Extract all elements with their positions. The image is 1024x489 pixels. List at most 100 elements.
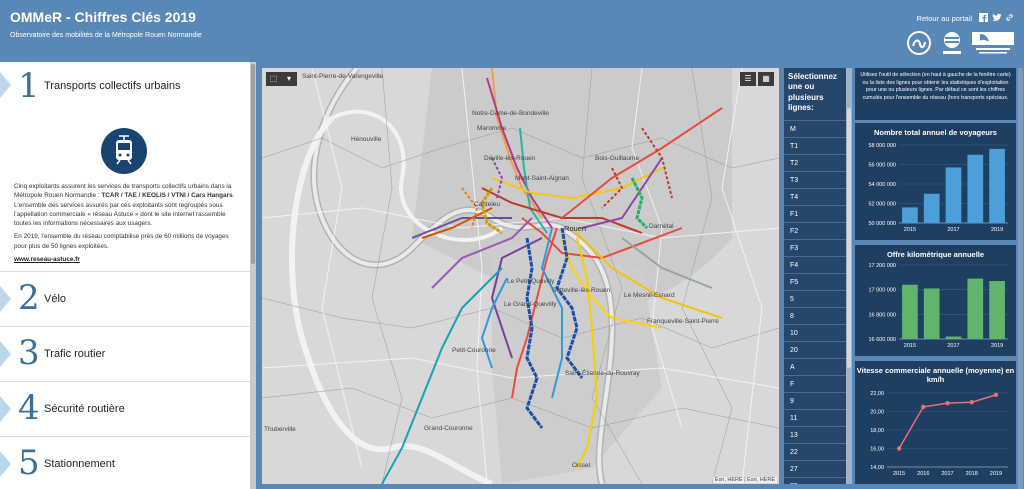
line-item[interactable]: F5 bbox=[784, 272, 846, 290]
facebook-icon[interactable] bbox=[979, 13, 988, 22]
line-item[interactable]: 11 bbox=[784, 408, 846, 426]
map-label: Hénouville bbox=[351, 136, 382, 143]
section-label: Trafic routier bbox=[44, 348, 106, 360]
section-label: Vélo bbox=[44, 293, 67, 305]
line-item[interactable]: 8 bbox=[784, 306, 846, 324]
lines-selector: Sélectionnez une ou plusieurs lignes: MT… bbox=[784, 68, 846, 484]
chevron-right-icon bbox=[0, 341, 11, 367]
reseau-astuce-link[interactable]: www.reseau-astuce.fr bbox=[14, 256, 80, 263]
y-tick-label: 14,00 bbox=[870, 465, 884, 471]
y-tick-label: 50 000 000 bbox=[868, 221, 896, 227]
bar[interactable] bbox=[989, 149, 1005, 224]
section-number: 5 bbox=[18, 443, 40, 483]
chart-vitesse: Vitesse commerciale annuelle (moyenne) e… bbox=[855, 361, 1016, 484]
line-item[interactable]: 10 bbox=[784, 323, 846, 341]
bar[interactable] bbox=[967, 155, 984, 224]
map-label: Thuberville bbox=[264, 426, 296, 433]
line-item[interactable]: T2 bbox=[784, 153, 846, 171]
lines-scrollbar[interactable] bbox=[846, 68, 852, 484]
map-label: Sotteville-lès-Rouen bbox=[552, 287, 611, 294]
x-tick-label: 2017 bbox=[947, 343, 959, 349]
data-point[interactable] bbox=[969, 399, 974, 405]
line-item[interactable]: 29 bbox=[784, 476, 846, 484]
map-label: Canteleu bbox=[474, 201, 500, 208]
chevron-right-icon bbox=[0, 72, 11, 98]
section-number: 3 bbox=[18, 333, 40, 373]
line-item[interactable]: 13 bbox=[784, 425, 846, 443]
map-label: Petit-Couronne bbox=[452, 347, 496, 354]
data-point[interactable] bbox=[921, 404, 926, 409]
line-item[interactable]: 9 bbox=[784, 391, 846, 409]
select-tool-icon[interactable]: ⬚ bbox=[266, 72, 281, 86]
x-tick-label: 2015 bbox=[893, 471, 905, 477]
map-label: Le Mesnil-Esnard bbox=[624, 292, 675, 299]
map-label: Bois-Guillaume bbox=[595, 155, 639, 162]
line-item[interactable]: 27 bbox=[784, 459, 846, 477]
header: OMMeR - Chiffres Clés 2019 Observatoire … bbox=[0, 0, 1024, 62]
line-item[interactable]: 20 bbox=[784, 340, 846, 358]
line-item[interactable]: M bbox=[784, 119, 846, 137]
line-item[interactable]: 5 bbox=[784, 289, 846, 307]
line-item[interactable]: T1 bbox=[784, 136, 846, 154]
map-canvas[interactable]: Saint-Pierre-de-Varengeville Hénouville … bbox=[262, 68, 779, 484]
map-label: Rouen bbox=[564, 224, 586, 233]
bar[interactable] bbox=[902, 207, 918, 224]
line-item[interactable]: F1 bbox=[784, 204, 846, 222]
right-panel-scrollbar[interactable] bbox=[1018, 68, 1023, 489]
line-item[interactable]: F3 bbox=[784, 238, 846, 256]
bar[interactable] bbox=[923, 194, 940, 224]
line-item[interactable]: F2 bbox=[784, 221, 846, 239]
twitter-icon[interactable] bbox=[992, 13, 1002, 22]
x-tick-label: 2015 bbox=[904, 343, 916, 349]
bar[interactable] bbox=[967, 278, 984, 340]
left-panel-scrollbar[interactable] bbox=[250, 62, 256, 489]
section-velo[interactable]: 2 Vélo bbox=[0, 272, 250, 327]
link-icon[interactable] bbox=[1005, 13, 1014, 22]
line-item[interactable]: T4 bbox=[784, 187, 846, 205]
sections-panel: 1 Transports collectifs urbains Cinq exp… bbox=[0, 62, 250, 489]
list-icon[interactable]: ☰ bbox=[740, 72, 756, 86]
line-item[interactable]: T3 bbox=[784, 170, 846, 188]
x-tick-label: 2018 bbox=[966, 471, 978, 477]
line-item[interactable]: F4 bbox=[784, 255, 846, 273]
y-tick-label: 20,00 bbox=[870, 409, 884, 415]
section-label: Sécurité routière bbox=[44, 403, 125, 415]
bar[interactable] bbox=[945, 167, 962, 224]
y-tick-label: 52 000 000 bbox=[868, 202, 896, 208]
line-item[interactable]: F bbox=[784, 374, 846, 392]
section-transports[interactable]: 1 Transports collectifs urbains Cinq exp… bbox=[0, 62, 250, 272]
line-item[interactable]: 22 bbox=[784, 442, 846, 460]
map-label: Saint-Étienne-du-Rouvray bbox=[565, 368, 641, 377]
section-number: 2 bbox=[18, 278, 40, 318]
line-item[interactable]: A bbox=[784, 357, 846, 375]
description-paragraph: Cinq exploitants assurent les services d… bbox=[14, 183, 235, 228]
app-title: OMMeR - Chiffres Clés 2019 bbox=[10, 9, 196, 25]
x-tick-label: 2017 bbox=[947, 227, 959, 233]
bar[interactable] bbox=[902, 285, 918, 340]
network-map[interactable]: Saint-Pierre-de-Varengeville Hénouville … bbox=[262, 68, 779, 484]
chevron-right-icon bbox=[0, 451, 11, 477]
data-point[interactable] bbox=[993, 392, 999, 397]
info-text: Utilisez l'outil de sélection (en haut à… bbox=[855, 68, 1016, 120]
section-securite-routiere[interactable]: 4 Sécurité routière bbox=[0, 382, 250, 437]
section-stationnement[interactable]: 5 Stationnement bbox=[0, 437, 250, 489]
x-tick-label: 2016 bbox=[917, 471, 929, 477]
tram-icon bbox=[101, 128, 147, 174]
section-trafic-routier[interactable]: 3 Trafic routier bbox=[0, 327, 250, 382]
map-label: Oissel bbox=[572, 462, 591, 469]
partner-logo-icon bbox=[940, 30, 964, 54]
x-tick-label: 2019 bbox=[990, 471, 1002, 477]
bar[interactable] bbox=[923, 288, 940, 340]
lines-header: Sélectionnez une ou plusieurs lignes: bbox=[788, 72, 837, 113]
portal-link[interactable]: Retour au portail bbox=[917, 14, 972, 23]
section-label: Transports collectifs urbains bbox=[44, 80, 181, 92]
y-tick-label: 17 000 000 bbox=[868, 288, 896, 294]
basemap-icon[interactable]: ▦ bbox=[758, 72, 774, 86]
data-point[interactable] bbox=[945, 400, 950, 406]
chevron-down-icon[interactable]: ▾ bbox=[281, 72, 297, 86]
bar[interactable] bbox=[945, 336, 962, 340]
bar[interactable] bbox=[989, 281, 1005, 340]
data-point[interactable] bbox=[896, 446, 902, 451]
y-tick-label: 22,00 bbox=[870, 391, 884, 397]
app-subtitle: Observatoire des mobilités de la Métropo… bbox=[10, 32, 202, 39]
